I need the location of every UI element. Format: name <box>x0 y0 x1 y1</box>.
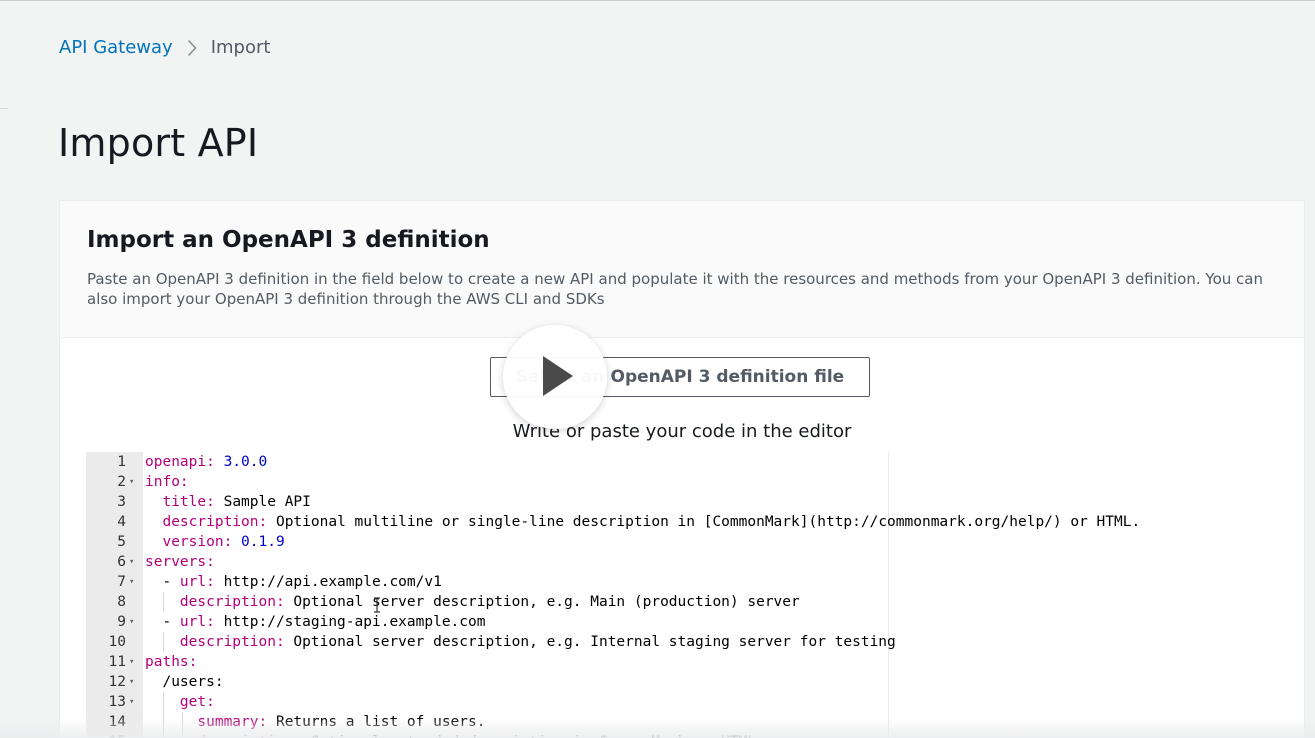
code-text: /users: <box>145 672 224 692</box>
editor-line: 3 title: Sample API <box>86 492 1302 512</box>
line-number: 12 <box>108 674 126 690</box>
yaml-key: servers: <box>145 554 215 570</box>
yaml-value: 0.1.9 <box>232 534 285 550</box>
import-api-page: API Gateway Import Import API Import an … <box>0 0 1315 738</box>
panel-title: Import an OpenAPI 3 definition <box>87 227 490 253</box>
yaml-key: description: <box>179 634 285 650</box>
editor-line: 11 ▾ paths: <box>86 652 1302 672</box>
editor-line: 1 openapi: 3.0.0 <box>86 452 1302 472</box>
editor-line: 5 version: 0.1.9 <box>86 532 1302 552</box>
fold-toggle-icon[interactable]: ▾ <box>129 692 134 712</box>
code-text: get: <box>145 692 215 712</box>
fold-toggle-icon[interactable]: ▾ <box>129 552 134 572</box>
editor-line: 13 ▾ get: <box>86 692 1302 712</box>
yaml-key: url: <box>179 574 215 590</box>
line-number: 3 <box>117 494 126 510</box>
code-text: - url: http://api.example.com/v1 <box>145 572 442 592</box>
indent-guide <box>163 632 165 652</box>
left-divider <box>0 108 8 109</box>
line-number: 7 <box>117 574 126 590</box>
code-indent: - <box>145 574 180 590</box>
code-indent: - <box>145 614 180 630</box>
page-title: Import API <box>58 121 259 165</box>
code-text: - url: http://staging-api.example.com <box>145 612 485 632</box>
yaml-key: paths: <box>145 654 198 670</box>
yaml-key: openapi: <box>145 454 215 470</box>
yaml-key: get: <box>179 694 215 710</box>
breadcrumb-api-gateway-link[interactable]: API Gateway <box>59 37 173 58</box>
code-text: description: Optional server description… <box>145 632 896 652</box>
yaml-value: Optional server description, e.g. Main (… <box>284 594 800 610</box>
yaml-value: Optional server description, e.g. Intern… <box>284 634 896 650</box>
editor-line: 7 ▾ - url: http://api.example.com/v1 <box>86 572 1302 592</box>
yaml-key: description: <box>162 514 268 530</box>
code-text: servers: <box>145 552 215 572</box>
line-number: 11 <box>108 654 126 670</box>
editor-caption: Write or paste your code in the editor <box>512 421 852 442</box>
panel-description: Paste an OpenAPI 3 definition in the fie… <box>87 270 1263 308</box>
indent-guide <box>163 692 165 712</box>
line-number: 4 <box>117 514 126 530</box>
fold-toggle-icon[interactable]: ▾ <box>129 652 134 672</box>
editor-line: 8 description: Optional server descripti… <box>86 592 1302 612</box>
yaml-value: Optional multiline or single-line descri… <box>267 514 1141 530</box>
yaml-key: description: <box>179 594 285 610</box>
fold-toggle-icon[interactable]: ▾ <box>129 672 134 692</box>
yaml-key: title: <box>162 494 215 510</box>
chevron-right-icon <box>187 39 197 57</box>
breadcrumb-current: Import <box>210 37 271 58</box>
code-text: paths: <box>145 652 197 672</box>
fold-toggle-icon[interactable]: ▾ <box>129 572 134 592</box>
code-text: title: Sample API <box>145 492 311 512</box>
yaml-value: 3.0.0 <box>214 454 268 470</box>
import-openapi-panel: Import an OpenAPI 3 definition Paste an … <box>59 200 1305 738</box>
code-text: version: 0.1.9 <box>145 532 285 552</box>
editor-line: 6 ▾ servers: <box>86 552 1302 572</box>
top-border <box>0 0 1315 1</box>
code-text: openapi: 3.0.0 <box>145 452 267 472</box>
line-number: 5 <box>117 534 126 550</box>
yaml-value: http://staging-api.example.com <box>214 614 486 630</box>
indent-guide <box>163 592 165 612</box>
yaml-key: url: <box>179 614 215 630</box>
line-number: 1 <box>117 454 126 470</box>
editor-line: 9 ▾ - url: http://staging-api.example.com <box>86 612 1302 632</box>
editor-line: 10 description: Optional server descript… <box>86 632 1302 652</box>
line-number: 8 <box>117 594 126 610</box>
yaml-key: info: <box>145 474 189 490</box>
yaml-value: /users: <box>162 674 224 690</box>
code-text: description: Optional server description… <box>145 592 800 612</box>
play-icon <box>543 356 573 396</box>
yaml-value: http://api.example.com/v1 <box>214 574 442 590</box>
code-text: description: Optional multiline or singl… <box>145 512 1140 532</box>
code-text: info: <box>145 472 189 492</box>
play-button[interactable] <box>503 325 607 429</box>
breadcrumb: API Gateway Import <box>59 37 270 58</box>
line-number: 13 <box>108 694 126 710</box>
panel-header: Import an OpenAPI 3 definition Paste an … <box>60 201 1304 338</box>
editor-line: 4 description: Optional multiline or sin… <box>86 512 1302 532</box>
fold-toggle-icon[interactable]: ▾ <box>129 612 134 632</box>
line-number: 10 <box>108 634 126 650</box>
yaml-key: version: <box>162 534 233 550</box>
code-editor[interactable]: 1 openapi: 3.0.0 2 ▾ info: 3 title: Sample AP… <box>86 452 1302 738</box>
editor-line: 12 ▾ /users: <box>86 672 1302 692</box>
line-number: 9 <box>117 614 126 630</box>
text-cursor-icon <box>374 597 380 613</box>
yaml-value: Sample API <box>214 494 311 510</box>
line-number: 6 <box>117 554 126 570</box>
line-number: 2 <box>117 474 126 490</box>
editor-line: 2 ▾ info: <box>86 472 1302 492</box>
fold-toggle-icon[interactable]: ▾ <box>129 472 134 492</box>
bottom-fade <box>0 718 1315 738</box>
